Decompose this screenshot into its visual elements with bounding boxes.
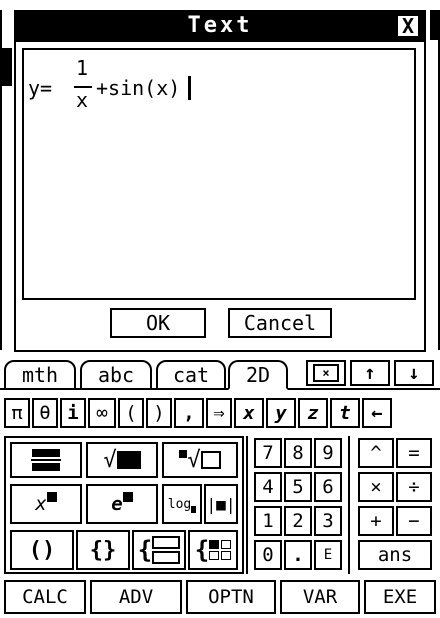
key-3[interactable]: 3 bbox=[314, 506, 342, 536]
key-theta[interactable]: θ bbox=[32, 398, 58, 428]
key-4[interactable]: 4 bbox=[254, 472, 282, 502]
window-frame-right bbox=[430, 10, 440, 350]
expression-prefix: y= bbox=[28, 76, 53, 100]
key-x[interactable]: x bbox=[234, 398, 264, 428]
calc-button[interactable]: CALC bbox=[4, 580, 86, 614]
abs-icon: |■| bbox=[206, 494, 236, 514]
keyboard-up-button[interactable]: ↑ bbox=[350, 360, 390, 386]
key-5[interactable]: 5 bbox=[284, 472, 312, 502]
key-caret[interactable]: ^ bbox=[358, 438, 394, 468]
paren-template-key[interactable]: () bbox=[10, 530, 74, 570]
key-close-paren[interactable]: ) bbox=[146, 398, 172, 428]
power-base: x bbox=[35, 493, 47, 515]
key-plus[interactable]: + bbox=[358, 506, 394, 536]
tab-mth[interactable]: mth bbox=[4, 360, 76, 390]
exp-exponent-placeholder bbox=[122, 492, 133, 502]
brace-icon: {} bbox=[89, 537, 117, 563]
tab-cat[interactable]: cat bbox=[156, 360, 226, 390]
key-7[interactable]: 7 bbox=[254, 438, 282, 468]
power-template-key[interactable]: x bbox=[10, 484, 82, 524]
paren-icon: () bbox=[28, 537, 56, 563]
keyboard-down-button[interactable]: ↓ bbox=[394, 360, 434, 386]
window-frame-left-block bbox=[0, 48, 12, 86]
brace-stack-icon bbox=[152, 536, 181, 564]
brace-stack-template-key[interactable]: { bbox=[132, 530, 186, 570]
key-equals[interactable]: = bbox=[396, 438, 432, 468]
root-index-placeholder bbox=[179, 450, 188, 458]
fraction-template-icon bbox=[31, 449, 61, 471]
number-pad: 7 8 9 4 5 6 1 2 3 0 . E bbox=[246, 436, 350, 574]
key-1[interactable]: 1 bbox=[254, 506, 282, 536]
window-frame-right-block bbox=[430, 10, 438, 40]
power-exponent-placeholder bbox=[46, 492, 57, 502]
nth-root-template-key[interactable]: √ bbox=[162, 442, 238, 478]
expression-suffix: +sin(x) bbox=[96, 76, 181, 100]
key-exponent-e[interactable]: E bbox=[314, 540, 342, 570]
fraction-numerator: 1 bbox=[76, 56, 89, 80]
close-keyboard-icon: × bbox=[313, 364, 339, 382]
keyboard-close-button[interactable]: × bbox=[306, 360, 346, 386]
key-multiply[interactable]: × bbox=[358, 472, 394, 502]
brace-template-key[interactable]: {} bbox=[76, 530, 130, 570]
arrow-up-icon: ↑ bbox=[364, 362, 376, 384]
matrix-template-key[interactable]: { bbox=[188, 530, 238, 570]
key-6[interactable]: 6 bbox=[314, 472, 342, 502]
text-editor[interactable]: y= 1 x +sin(x) bbox=[22, 48, 416, 300]
key-z[interactable]: z bbox=[298, 398, 328, 428]
key-ans[interactable]: ans bbox=[358, 540, 432, 570]
key-implies[interactable]: ⇒ bbox=[206, 398, 232, 428]
optn-button[interactable]: OPTN bbox=[186, 580, 276, 614]
template-panel: √ √ x e log |■| () {} { { bbox=[4, 436, 244, 574]
dialog-title-bar: Text X bbox=[14, 10, 426, 42]
key-divide[interactable]: ÷ bbox=[396, 472, 432, 502]
adv-button[interactable]: ADV bbox=[90, 580, 182, 614]
text-cursor bbox=[188, 76, 191, 100]
root-radicand-placeholder bbox=[200, 451, 221, 469]
sqrt-placeholder bbox=[116, 451, 141, 469]
exp-template-key[interactable]: e bbox=[86, 484, 158, 524]
matrix-icon bbox=[209, 540, 232, 560]
key-0[interactable]: 0 bbox=[254, 540, 282, 570]
ok-button[interactable]: OK bbox=[110, 308, 206, 338]
soft-key-bar: CALC ADV OPTN VAR EXE bbox=[0, 578, 440, 618]
fraction-denominator: x bbox=[76, 88, 89, 112]
key-8[interactable]: 8 bbox=[284, 438, 312, 468]
log-template-key[interactable]: log bbox=[162, 484, 202, 524]
key-backspace[interactable]: ← bbox=[362, 398, 392, 428]
key-t[interactable]: t bbox=[330, 398, 360, 428]
exe-button[interactable]: EXE bbox=[364, 580, 436, 614]
dialog-title: Text bbox=[187, 13, 253, 38]
tab-2d[interactable]: 2D bbox=[228, 360, 288, 390]
sqrt-icon: √ bbox=[103, 447, 117, 473]
brace-stack-brace: { bbox=[137, 536, 153, 564]
cancel-button[interactable]: Cancel bbox=[228, 308, 332, 338]
key-i[interactable]: i bbox=[60, 398, 86, 428]
log-label: log bbox=[167, 496, 192, 512]
operator-pad: ^ = × ÷ + − ans bbox=[354, 436, 436, 574]
var-button[interactable]: VAR bbox=[280, 580, 360, 614]
key-infinity[interactable]: ∞ bbox=[88, 398, 116, 428]
close-icon: X bbox=[401, 14, 415, 38]
key-y[interactable]: y bbox=[266, 398, 296, 428]
key-decimal[interactable]: . bbox=[284, 540, 312, 570]
key-open-paren[interactable]: ( bbox=[118, 398, 144, 428]
log-base-placeholder bbox=[191, 505, 197, 513]
nth-root-icon: √ bbox=[187, 447, 201, 473]
fraction-template-key[interactable] bbox=[10, 442, 82, 478]
tab-abc[interactable]: abc bbox=[80, 360, 152, 390]
key-minus[interactable]: − bbox=[396, 506, 432, 536]
arrow-down-icon: ↓ bbox=[408, 362, 420, 384]
sqrt-template-key[interactable]: √ bbox=[86, 442, 158, 478]
close-button[interactable]: X bbox=[396, 14, 420, 38]
key-pi[interactable]: π bbox=[4, 398, 30, 428]
matrix-brace: { bbox=[194, 536, 210, 564]
key-2[interactable]: 2 bbox=[284, 506, 312, 536]
key-9[interactable]: 9 bbox=[314, 438, 342, 468]
symbol-row: π θ i ∞ ( ) , ⇒ x y z t ← bbox=[4, 398, 436, 428]
key-comma[interactable]: , bbox=[174, 398, 204, 428]
exp-base: e bbox=[111, 493, 123, 515]
abs-template-key[interactable]: |■| bbox=[204, 484, 238, 524]
